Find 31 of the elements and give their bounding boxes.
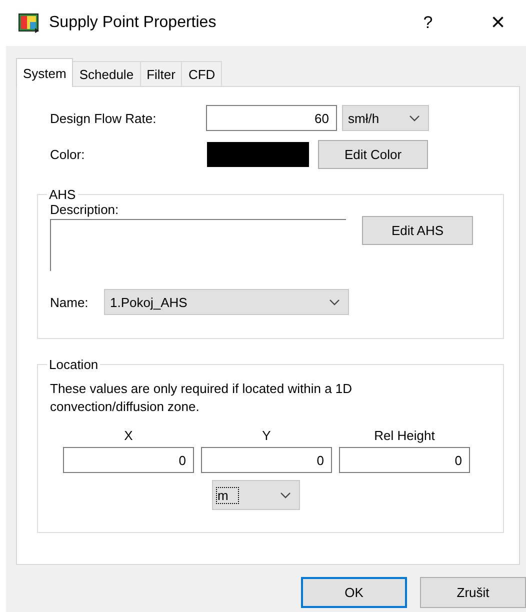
- close-button[interactable]: ×: [478, 9, 518, 37]
- unit-dropdown[interactable]: m: [212, 480, 300, 510]
- edit-color-button[interactable]: Edit Color: [318, 140, 428, 169]
- location-note: These values are only required if located within a 1D convection/diffusion zone.: [49, 380, 354, 416]
- chevron-down-icon: [329, 298, 340, 306]
- field-label: Y: [262, 428, 271, 443]
- group-label: Location: [48, 357, 100, 372]
- tab[interactable]: CFD: [181, 61, 222, 86]
- group-label: AHS: [48, 187, 77, 202]
- input-field[interactable]: 0: [201, 447, 332, 473]
- app-icon: [17, 12, 41, 34]
- field-label: Color:: [49, 147, 86, 162]
- input-field[interactable]: 0: [339, 447, 470, 473]
- field-label: Description:: [50, 202, 120, 217]
- field-label: Design Flow Rate:: [49, 110, 158, 126]
- chevron-down-icon: [409, 114, 420, 122]
- window-title: Supply Point Properties: [49, 14, 218, 32]
- tab[interactable]: System: [16, 58, 74, 87]
- description-field[interactable]: [50, 219, 346, 271]
- field-label: Name:: [50, 294, 90, 310]
- field-label: X: [124, 428, 133, 443]
- field-label: Rel Height: [374, 428, 435, 443]
- help-button[interactable]: ?: [408, 13, 448, 33]
- dialog-button[interactable]: OK: [301, 577, 407, 608]
- dialog-button[interactable]: Zrušit: [420, 577, 526, 608]
- dropdown[interactable]: smł/h: [342, 105, 429, 131]
- input-field[interactable]: 0: [63, 447, 194, 473]
- input-field[interactable]: 60: [206, 105, 337, 131]
- edit-ahs-button[interactable]: Edit AHS: [362, 216, 473, 245]
- dropdown[interactable]: 1.Pokoj_AHS: [104, 289, 349, 315]
- chevron-down-icon: [280, 492, 290, 498]
